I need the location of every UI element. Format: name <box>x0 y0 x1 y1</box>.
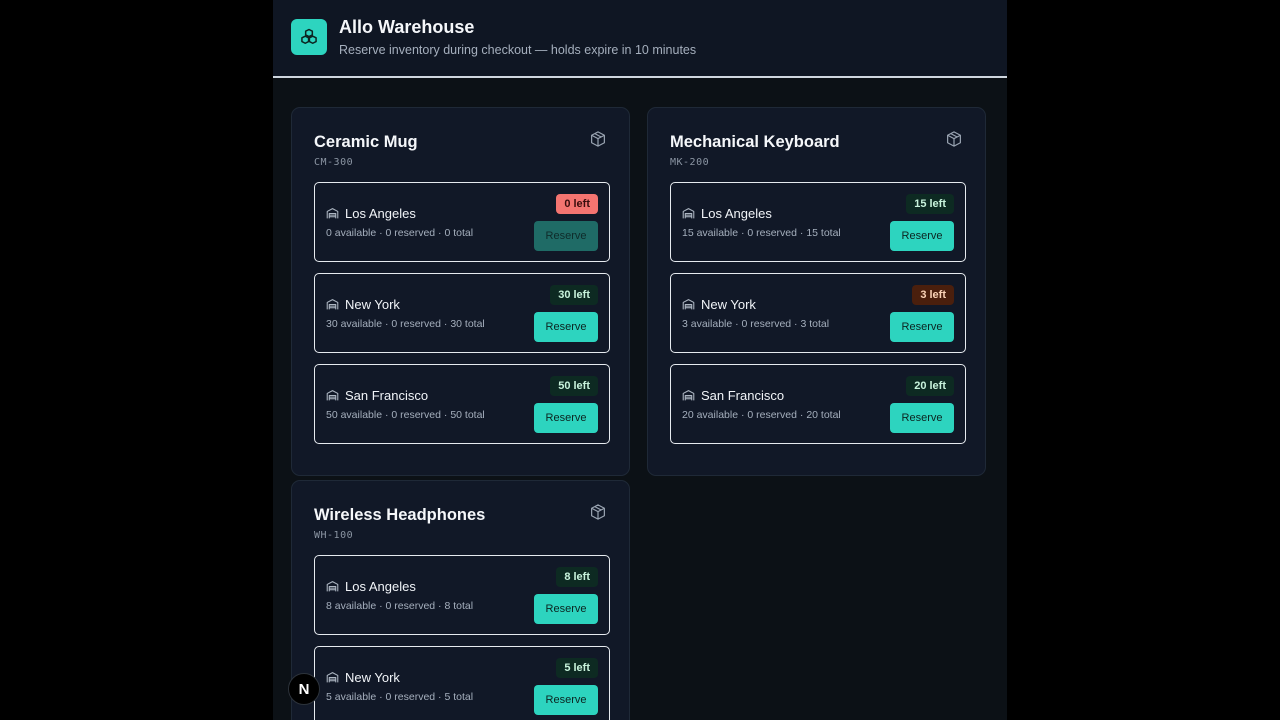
reserve-button[interactable]: Reserve <box>534 685 598 715</box>
location-stats: 5 available · 0 reserved · 5 total <box>326 691 474 703</box>
stock-badge: 15 left <box>906 194 954 214</box>
reserve-button[interactable]: Reserve <box>534 221 598 251</box>
product-card: Wireless Headphones WH-100 Los Angeles 8 av… <box>291 480 630 720</box>
location-name: Los Angeles <box>345 579 416 594</box>
location-stats: 0 available · 0 reserved · 0 total <box>326 227 474 239</box>
product-card: Ceramic Mug CM-300 Los Angeles 0 available … <box>291 107 630 476</box>
stock-badge: 5 left <box>556 658 598 678</box>
boxes-icon <box>291 19 327 55</box>
package-icon <box>589 130 607 148</box>
location-name: New York <box>701 297 756 312</box>
location-stats: 20 available · 0 reserved · 20 total <box>682 409 841 421</box>
reserve-button[interactable]: Reserve <box>534 312 598 342</box>
package-icon <box>945 130 963 148</box>
location-name: New York <box>345 670 400 685</box>
location-name: San Francisco <box>345 388 429 403</box>
warehouse-icon <box>682 389 695 402</box>
dev-tools-button[interactable]: N <box>288 673 320 705</box>
product-card: Mechanical Keyboard MK-200 Los Angeles 15 a… <box>647 107 986 476</box>
location-row: Los Angeles 15 available · 0 reserved · 1… <box>670 182 966 262</box>
dev-tools-label: N <box>298 680 310 698</box>
location-row: San Francisco 20 available · 0 reserved ·… <box>670 364 966 444</box>
product-name: Mechanical Keyboard <box>670 133 840 151</box>
product-sku: MK-200 <box>670 157 710 168</box>
location-stats: 30 available · 0 reserved · 30 total <box>326 318 485 330</box>
location-stats: 8 available · 0 reserved · 8 total <box>326 600 474 612</box>
warehouse-icon <box>326 298 339 311</box>
warehouse-icon <box>326 207 339 220</box>
location-row: New York 30 available · 0 reserved · 30 t… <box>314 273 610 353</box>
location-row: New York 3 available · 0 reserved · 3 tot… <box>670 273 966 353</box>
warehouse-icon <box>326 389 339 402</box>
app-window: Allo Warehouse Reserve inventory during … <box>273 0 1007 720</box>
location-stats: 50 available · 0 reserved · 50 total <box>326 409 485 421</box>
reserve-button[interactable]: Reserve <box>890 312 954 342</box>
location-name: New York <box>345 297 400 312</box>
reserve-button[interactable]: Reserve <box>890 221 954 251</box>
reserve-button[interactable]: Reserve <box>534 403 598 433</box>
warehouse-icon <box>326 580 339 593</box>
location-stats: 15 available · 0 reserved · 15 total <box>682 227 841 239</box>
product-sku: CM-300 <box>314 157 354 168</box>
stock-badge: 3 left <box>912 285 954 305</box>
location-row: Los Angeles 8 available · 0 reserved · 8 … <box>314 555 610 635</box>
app-subtitle: Reserve inventory during checkout — hold… <box>339 43 697 57</box>
stock-badge: 20 left <box>906 376 954 396</box>
reserve-button[interactable]: Reserve <box>890 403 954 433</box>
location-row: San Francisco 50 available · 0 reserved ·… <box>314 364 610 444</box>
stock-badge: 0 left <box>556 194 598 214</box>
product-name: Wireless Headphones <box>314 506 486 524</box>
location-row: New York 5 available · 0 reserved · 5 tot… <box>314 646 610 720</box>
app-title: Allo Warehouse <box>339 17 475 37</box>
package-icon <box>589 503 607 521</box>
location-name: Los Angeles <box>345 206 416 221</box>
reserve-button[interactable]: Reserve <box>534 594 598 624</box>
warehouse-icon <box>682 298 695 311</box>
location-name: San Francisco <box>701 388 785 403</box>
product-name: Ceramic Mug <box>314 133 418 151</box>
warehouse-icon <box>682 207 695 220</box>
location-row: Los Angeles 0 available · 0 reserved · 0 … <box>314 182 610 262</box>
location-name: Los Angeles <box>701 206 772 221</box>
product-sku: WH-100 <box>314 530 354 541</box>
stock-badge: 30 left <box>550 285 598 305</box>
header: Allo Warehouse Reserve inventory during … <box>273 0 1007 78</box>
location-stats: 3 available · 0 reserved · 3 total <box>682 318 830 330</box>
warehouse-icon <box>326 671 339 684</box>
stock-badge: 8 left <box>556 567 598 587</box>
stock-badge: 50 left <box>550 376 598 396</box>
